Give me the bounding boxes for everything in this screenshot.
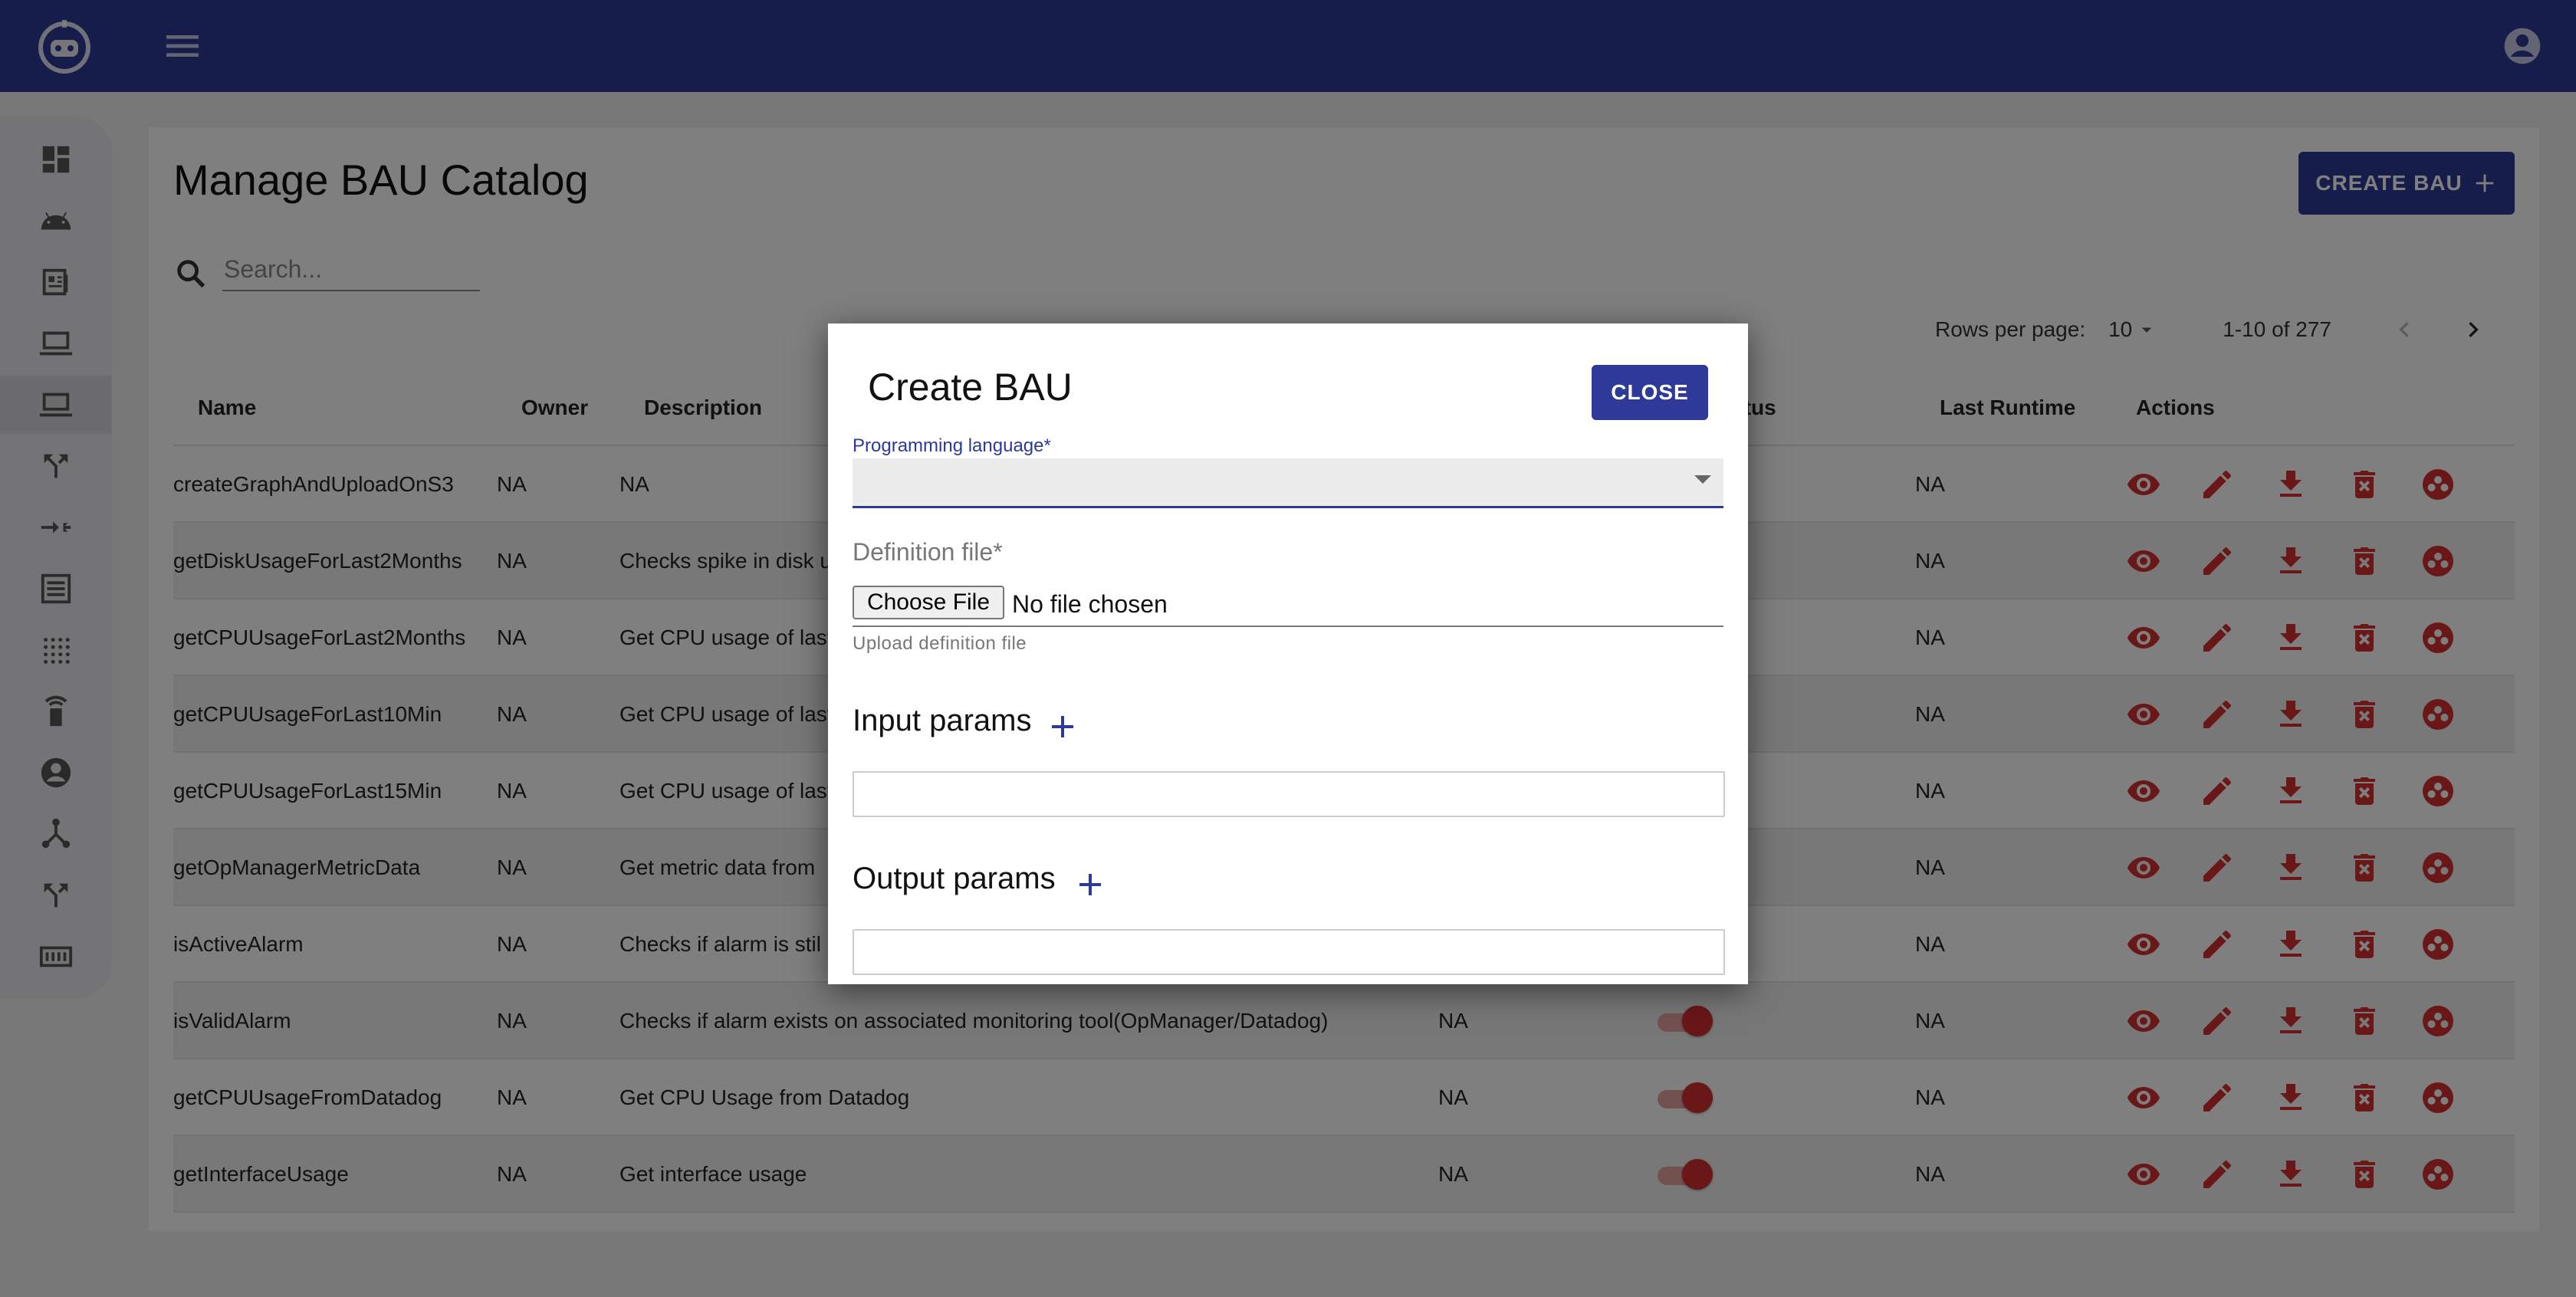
- choose-file-button[interactable]: Choose File: [853, 586, 1004, 619]
- input-params-box[interactable]: [853, 771, 1725, 817]
- add-output-param-icon[interactable]: [1072, 866, 1109, 903]
- dropdown-arrow-icon: [1694, 475, 1711, 484]
- close-button[interactable]: CLOSE: [1592, 365, 1708, 420]
- definition-file-label: Definition file*: [853, 538, 1003, 566]
- input-params-title: Input params: [853, 704, 1032, 737]
- upload-helper-text: Upload definition file: [853, 633, 1027, 654]
- output-params-title: Output params: [853, 862, 1056, 895]
- output-params-box[interactable]: [853, 929, 1725, 975]
- add-input-param-icon[interactable]: [1044, 708, 1081, 745]
- definition-file-input: Choose File No file chosen: [853, 586, 1723, 627]
- programming-language-label: Programming language*: [853, 435, 1051, 456]
- programming-language-select[interactable]: [853, 458, 1723, 508]
- no-file-chosen-text: No file chosen: [1012, 590, 1168, 618]
- dialog-title: Create BAU: [868, 366, 1073, 409]
- create-bau-dialog: Create BAU CLOSE Programming language* D…: [828, 323, 1748, 984]
